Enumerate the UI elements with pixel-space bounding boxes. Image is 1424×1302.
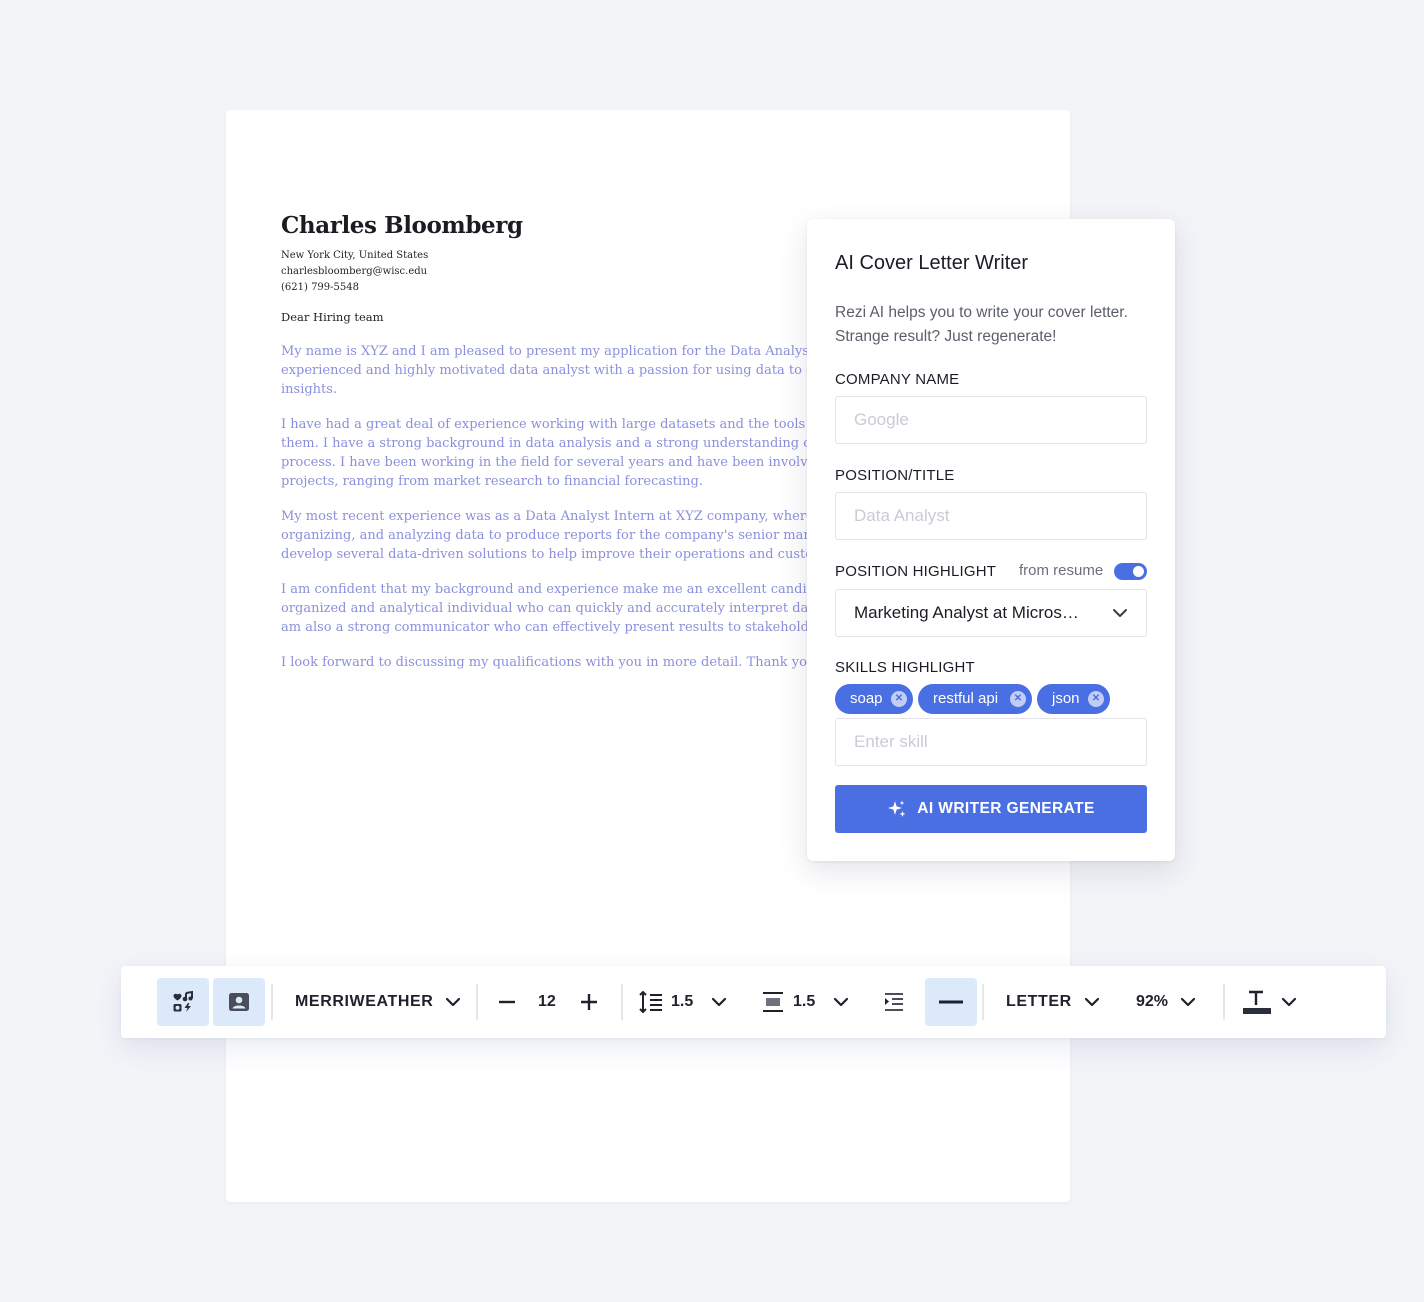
zoom-dropdown[interactable]: 92% — [1136, 966, 1196, 1038]
zoom-value: 92% — [1136, 993, 1169, 1010]
ai-writer-generate-button[interactable]: AI WRITER GENERATE — [835, 785, 1147, 833]
text-color-dropdown[interactable] — [1243, 966, 1297, 1038]
line-spacing-icon — [639, 991, 663, 1013]
chevron-down-icon — [1112, 605, 1128, 621]
toolbar-divider — [476, 984, 478, 1020]
applicant-name: Charles Bloomberg — [281, 212, 523, 239]
letter-paragraph: I look forward to discussing my qualific… — [281, 653, 851, 672]
profile-photo-button[interactable] — [213, 978, 265, 1026]
from-resume-toggle[interactable] — [1114, 563, 1147, 580]
line-spacing-dropdown[interactable]: 1.5 — [639, 966, 727, 1038]
letter-paragraph: My most recent experience was as a Data … — [281, 507, 851, 564]
letter-line: am also a strong communicator who can ef… — [281, 620, 830, 635]
position-title-label: POSITION/TITLE — [835, 467, 955, 484]
divider-line-button[interactable] — [925, 978, 977, 1026]
letter-paragraph: I have had a great deal of experience wo… — [281, 415, 851, 491]
chevron-down-icon — [445, 994, 461, 1010]
letter-line: organizing, and analyzing data to produc… — [281, 528, 828, 543]
paragraph-spacing-value: 1.5 — [793, 993, 816, 1010]
font-size-text: 12 — [538, 993, 556, 1010]
skill-chip[interactable]: restful api ✕ — [918, 684, 1032, 714]
letter-body[interactable]: My name is XYZ and I am pleased to prese… — [281, 342, 851, 688]
contact-block: New York City, United States charlesbloo… — [281, 248, 428, 296]
letter-line: My name is XYZ and I am pleased to prese… — [281, 344, 835, 359]
increase-font-size-button[interactable] — [580, 966, 598, 1038]
letter-greeting: Dear Hiring team — [281, 310, 384, 324]
paragraph-spacing-dropdown[interactable]: 1.5 — [761, 966, 849, 1038]
generate-label: AI WRITER GENERATE — [917, 800, 1095, 817]
indent-icon — [883, 992, 905, 1012]
letter-line: organized and analytical individual who … — [281, 601, 834, 616]
skill-chip-label: restful api — [933, 690, 999, 707]
letter-paragraph: My name is XYZ and I am pleased to prese… — [281, 342, 851, 399]
letter-line: insights. — [281, 382, 338, 397]
ai-cover-letter-panel: AI Cover Letter Writer Rezi AI helps you… — [807, 219, 1175, 861]
letter-line: projects, ranging from market research t… — [281, 474, 704, 489]
chevron-down-icon — [1084, 994, 1100, 1010]
profile-photo-icon — [228, 992, 250, 1012]
company-name-label: COMPANY NAME — [835, 371, 960, 388]
line-spacing-value: 1.5 — [671, 993, 694, 1010]
font-family-dropdown[interactable]: MERRIWEATHER — [295, 966, 461, 1038]
text-color-icon — [1243, 989, 1271, 1015]
toolbar-divider — [621, 984, 623, 1020]
position-highlight-label: POSITION HIGHLIGHT — [835, 563, 997, 580]
skill-chip-label: soap — [850, 690, 883, 707]
toolbar-divider — [271, 984, 273, 1020]
skill-chip-label: json — [1052, 690, 1080, 707]
font-family-value: MERRIWEATHER — [295, 993, 434, 1010]
toggle-knob — [1133, 566, 1144, 577]
position-highlight-select[interactable]: Marketing Analyst at Micros… — [835, 589, 1147, 637]
position-title-input[interactable]: Data Analyst — [835, 492, 1147, 540]
chevron-down-icon — [1281, 994, 1297, 1010]
sparkle-icon — [887, 799, 907, 819]
toolbar-divider — [1223, 984, 1225, 1020]
letter-line: My most recent experience was as a Data … — [281, 509, 839, 524]
letter-paragraph: I am confident that my background and ex… — [281, 580, 851, 637]
from-resume-label: from resume — [1019, 562, 1104, 579]
contact-location: New York City, United States — [281, 250, 429, 261]
position-highlight-value: Marketing Analyst at Micros… — [854, 603, 1079, 622]
paragraph-spacing-icon — [761, 991, 785, 1013]
enter-skill-input[interactable]: Enter skill — [835, 718, 1147, 766]
page-size-value: LETTER — [1006, 993, 1072, 1010]
panel-title: AI Cover Letter Writer — [835, 252, 1029, 274]
formatting-toolbar: MERRIWEATHER 12 1.5 1.5 LETTER 92% — [121, 966, 1386, 1038]
company-name-input[interactable]: Google — [835, 396, 1147, 444]
letter-line: I look forward to discussing my qualific… — [281, 655, 833, 670]
indent-button[interactable] — [883, 966, 905, 1038]
remove-skill-icon[interactable]: ✕ — [891, 691, 907, 707]
letter-line: process. I have been working in the fiel… — [281, 455, 839, 470]
horizontal-line-icon — [938, 999, 964, 1005]
font-size-value[interactable]: 12 — [538, 966, 556, 1038]
skill-chip[interactable]: soap ✕ — [835, 684, 913, 714]
letter-line: I am confident that my background and ex… — [281, 582, 836, 597]
contact-email: charlesbloomberg@wisc.edu — [281, 266, 428, 277]
design-button[interactable] — [157, 978, 209, 1026]
chevron-down-icon — [711, 994, 727, 1010]
contact-phone: (621) 799-5548 — [281, 282, 359, 293]
letter-line: experienced and highly motivated data an… — [281, 363, 833, 378]
plus-icon — [580, 993, 598, 1011]
minus-icon — [498, 993, 516, 1011]
panel-description: Rezi AI helps you to write your cover le… — [835, 304, 1128, 345]
letter-line: develop several data-driven solutions to… — [281, 547, 826, 562]
toolbar-divider — [982, 984, 984, 1020]
letter-line: I have had a great deal of experience wo… — [281, 417, 842, 432]
skill-chip[interactable]: json ✕ — [1037, 684, 1110, 714]
page-size-dropdown[interactable]: LETTER — [1006, 966, 1100, 1038]
chevron-down-icon — [833, 994, 849, 1010]
skills-highlight-label: SKILLS HIGHLIGHT — [835, 659, 975, 676]
remove-skill-icon[interactable]: ✕ — [1010, 691, 1026, 707]
remove-skill-icon[interactable]: ✕ — [1088, 691, 1104, 707]
letter-line: them. I have a strong background in data… — [281, 436, 834, 451]
decrease-font-size-button[interactable] — [498, 966, 516, 1038]
chevron-down-icon — [1180, 994, 1196, 1010]
design-icon — [171, 990, 195, 1014]
